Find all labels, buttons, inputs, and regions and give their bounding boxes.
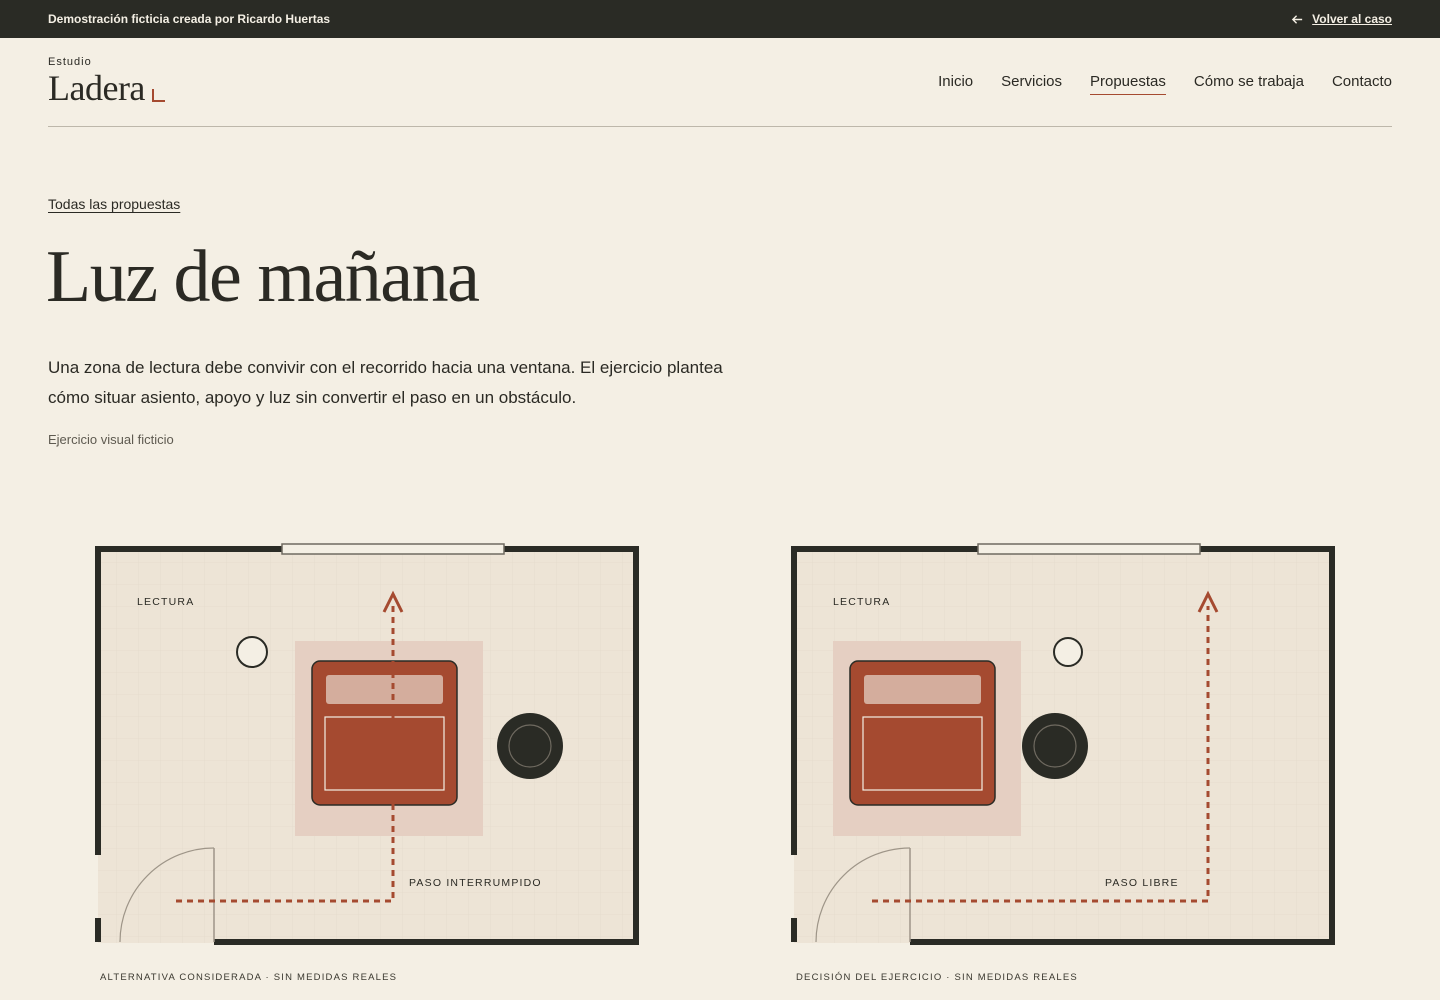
arrow-left-icon (1292, 14, 1303, 24)
floor-plan-alternative: LECTURA PASO INTERRUMPIDO (94, 540, 642, 950)
side-table (497, 713, 563, 779)
logo-corner-mark (151, 89, 165, 102)
site-header: Estudio Ladera Inicio Servicios Propuest… (48, 38, 1392, 127)
zone-label: LECTURA (833, 596, 890, 608)
nav-item-como-se-trabaja[interactable]: Cómo se trabaja (1194, 73, 1304, 95)
back-to-case-link[interactable]: Volver al caso (1291, 12, 1392, 26)
demo-notice-bar: Demostración ficticia creada por Ricardo… (0, 0, 1440, 38)
page-title: Luz de mañana (46, 236, 480, 318)
lamp (236, 636, 268, 668)
path-label: PASO INTERRUMPIDO (409, 877, 542, 889)
plan-caption-decision: DECISIÓN DEL EJERCICIO · SIN MEDIDAS REA… (796, 972, 1078, 983)
demo-notice-text: Demostración ficticia creada por Ricardo… (48, 12, 331, 26)
armchair-backrest (864, 675, 981, 704)
zone-label: LECTURA (137, 596, 194, 608)
side-table (1022, 713, 1088, 779)
nav-item-servicios[interactable]: Servicios (1001, 73, 1062, 95)
lamp (1053, 637, 1083, 667)
breadcrumb-all-proposals[interactable]: Todas las propuestas (48, 196, 180, 212)
path-label: PASO LIBRE (1105, 877, 1179, 889)
window (281, 543, 505, 555)
floor-plan-decision: LECTURA PASO LIBRE (790, 540, 1338, 950)
lead-paragraph: Una zona de lectura debe convivir con el… (48, 358, 723, 407)
logo-small-text: Estudio (48, 56, 92, 68)
main-nav: Inicio Servicios Propuestas Cómo se trab… (938, 73, 1392, 95)
nav-item-contacto[interactable]: Contacto (1332, 73, 1392, 95)
exercise-note: Ejercicio visual ficticio (48, 432, 174, 447)
armchair-backrest (326, 675, 443, 704)
nav-item-inicio[interactable]: Inicio (938, 73, 973, 95)
logo-link[interactable]: Estudio Ladera (48, 56, 165, 106)
back-to-case-label: Volver al caso (1312, 12, 1392, 26)
logo-name: Ladera (48, 68, 145, 108)
window (977, 543, 1201, 555)
nav-item-propuestas[interactable]: Propuestas (1090, 73, 1166, 95)
plan-caption-alternative: ALTERNATIVA CONSIDERADA · SIN MEDIDAS RE… (100, 972, 398, 983)
